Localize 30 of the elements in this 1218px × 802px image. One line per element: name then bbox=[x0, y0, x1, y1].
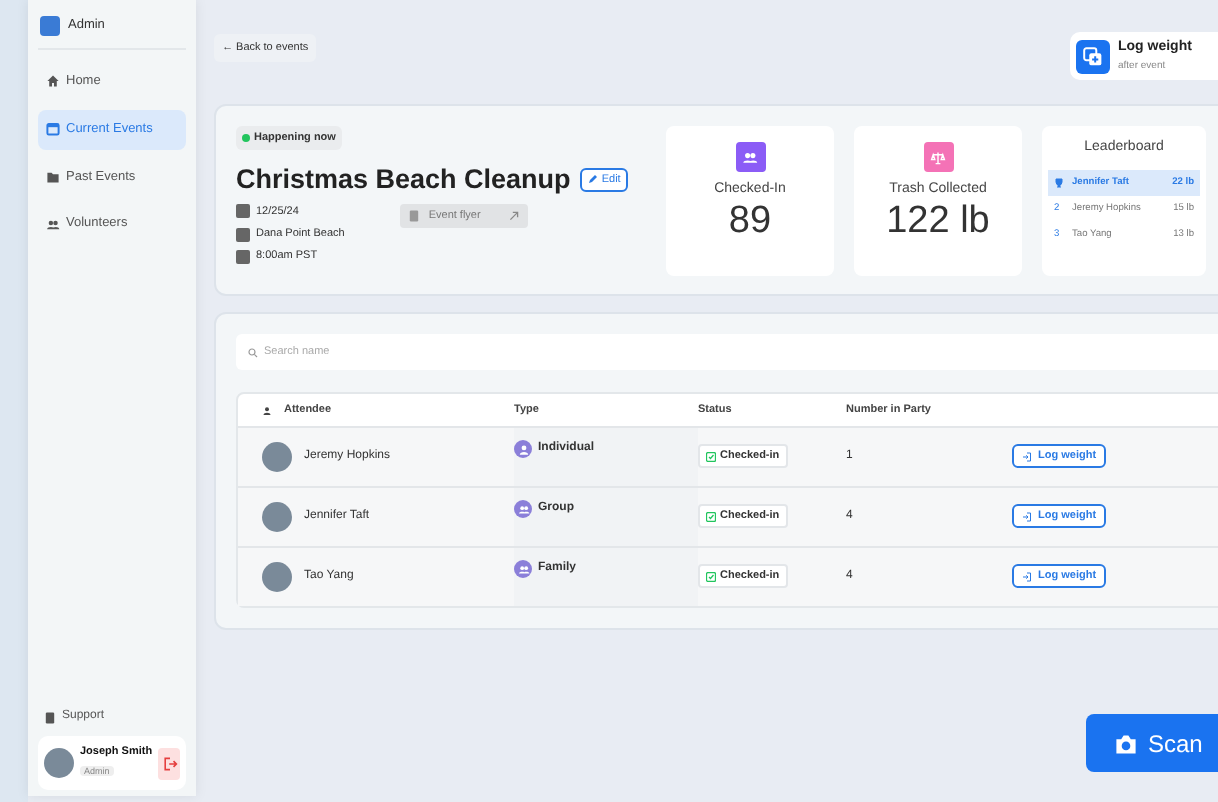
avatar bbox=[262, 562, 292, 592]
external-link-icon bbox=[508, 209, 521, 222]
avatar bbox=[262, 442, 292, 472]
stat-value: 89 bbox=[728, 201, 772, 243]
login-icon bbox=[1022, 511, 1032, 522]
login-icon bbox=[1022, 451, 1032, 462]
pencil-icon bbox=[588, 173, 599, 184]
logout-button[interactable] bbox=[158, 747, 180, 780]
logo-icon bbox=[40, 16, 60, 36]
person-icon bbox=[262, 405, 272, 415]
stat-value: 122 lb bbox=[886, 201, 990, 243]
avatar bbox=[44, 748, 74, 779]
scan-button[interactable]: Scan bbox=[1086, 714, 1218, 772]
trophy-icon bbox=[1054, 177, 1064, 188]
check-icon bbox=[706, 451, 716, 462]
people-icon bbox=[517, 503, 529, 515]
people-icon bbox=[46, 217, 60, 232]
check-icon bbox=[706, 571, 716, 582]
home-icon bbox=[46, 74, 60, 89]
avatar bbox=[262, 502, 292, 532]
person-icon bbox=[517, 443, 529, 455]
event-title: Christmas Beach Cleanup bbox=[236, 163, 571, 196]
login-icon bbox=[1022, 571, 1032, 582]
document-icon bbox=[408, 209, 421, 222]
check-icon bbox=[706, 511, 716, 522]
people-icon bbox=[517, 563, 529, 575]
book-icon bbox=[44, 711, 56, 724]
logout-icon bbox=[161, 755, 178, 772]
camera-icon bbox=[1114, 731, 1138, 755]
folder-icon bbox=[46, 169, 60, 184]
